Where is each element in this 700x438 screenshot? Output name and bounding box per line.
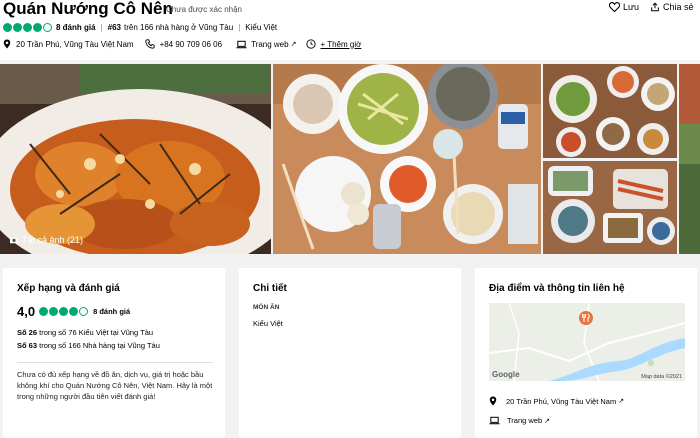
photo-5[interactable]: [679, 64, 700, 254]
rating-summary: 4,0 8 đánh giá: [17, 304, 130, 319]
website-link[interactable]: Trang web: [251, 40, 289, 49]
map-data-credit[interactable]: Map data ©2021: [641, 374, 682, 380]
shared-dishes-image: [543, 64, 677, 158]
cuisine-value: Kiểu Việt: [253, 319, 283, 328]
map-pin-icon: [489, 396, 497, 406]
unclaimed-badge[interactable]: Chưa được xác nhận: [166, 5, 242, 14]
rating-bubble: [59, 307, 69, 316]
photo-gallery: Tất cả ảnh (21): [0, 64, 700, 254]
rating-bubble: [33, 23, 42, 32]
laptop-icon: [236, 40, 247, 48]
details-card: Chi tiết MÓN ĂN Kiểu Việt: [239, 268, 461, 438]
share-button[interactable]: Chia sẻ: [650, 2, 694, 12]
location-address-row: 20 Trần Phú, Vũng Tàu Việt Nam ↗: [489, 396, 624, 406]
rating-bubble: [3, 23, 12, 32]
review-count[interactable]: 8 đánh giá: [93, 307, 130, 316]
rating-bubble: [79, 307, 89, 316]
rating-score: 4,0: [17, 304, 36, 319]
clock-icon: [306, 39, 317, 49]
map-logo: Google: [492, 370, 520, 379]
location-website[interactable]: Trang web: [507, 416, 542, 425]
map[interactable]: Google Map data ©2021: [489, 303, 685, 381]
location-website-row: Trang web ↗: [489, 416, 550, 425]
phone-link[interactable]: +84 90 709 06 06: [160, 40, 223, 49]
edge-photo-image: [679, 64, 700, 254]
rating-note: Chưa có đủ xếp hạng về đồ ăn, dịch vụ, g…: [17, 370, 213, 401]
details-heading: Chi tiết: [253, 283, 287, 294]
rank-1-text[interactable]: trong số 76 Kiểu Việt tại Vũng Tàu: [39, 328, 153, 337]
external-link-icon: ↗: [290, 41, 297, 48]
page-title: Quán Nướng Cô Nên: [3, 0, 173, 18]
summary-row: 8 đánh giá | #63 trên 166 nhà hàng ở Vũn…: [3, 23, 277, 32]
location-address[interactable]: 20 Trần Phú, Vũng Tàu Việt Nam: [506, 397, 616, 406]
all-photos-button[interactable]: Tất cả ảnh (21): [9, 235, 83, 245]
save-label: Lưu: [623, 2, 640, 12]
table-spread-image: [273, 64, 541, 254]
add-hours-link[interactable]: + Thêm giờ: [320, 40, 361, 49]
save-button[interactable]: Lưu: [609, 2, 639, 12]
all-photos-label: Tất cả ảnh (21): [22, 235, 84, 245]
cuisine-label: MÓN ĂN: [253, 304, 280, 311]
camera-icon: [10, 236, 18, 244]
laptop-icon: [489, 416, 500, 425]
photo-2[interactable]: [273, 64, 541, 254]
rank-line-2: Số 63 trong số 166 Nhà hàng tại Vũng Tàu: [17, 341, 160, 350]
photo-4[interactable]: [543, 161, 677, 254]
rank-line-1: Số 26 trong số 76 Kiểu Việt tại Vũng Tàu: [17, 328, 153, 337]
ratings-heading: Xếp hạng và đánh giá: [17, 283, 120, 294]
rating-bubble: [43, 23, 52, 32]
location-heading: Địa điểm và thông tin liên hệ: [489, 283, 625, 294]
rank-number: #63: [107, 23, 121, 32]
main-photo[interactable]: Tất cả ảnh (21): [0, 64, 271, 254]
location-card: Địa điểm và thông tin liên hệ Google Map…: [475, 268, 697, 438]
divider: [17, 362, 213, 363]
external-link-icon: ↗: [618, 398, 625, 405]
rank-1-number: Số 26: [17, 328, 38, 337]
rank-2-number: Số 63: [17, 341, 38, 350]
map-pin-icon: [3, 39, 11, 49]
cuisine-link[interactable]: Kiểu Việt: [245, 23, 277, 32]
rating-bubble: [39, 307, 49, 316]
photo-3[interactable]: [543, 64, 677, 158]
address-link[interactable]: 20 Trần Phú, Vũng Tàu Việt Nam: [16, 40, 134, 49]
rating-bubble: [69, 307, 79, 316]
ratings-card: Xếp hạng và đánh giá 4,0 8 đánh giá Số 2…: [3, 268, 225, 438]
fork-knife-icon: [582, 313, 590, 322]
rating-bubbles: [39, 307, 89, 316]
map-pin-icon[interactable]: [579, 311, 593, 325]
contact-row: 20 Trần Phú, Vũng Tàu Việt Nam +84 90 70…: [3, 39, 361, 49]
rating-bubble: [49, 307, 59, 316]
crab-dish-image: [0, 64, 271, 254]
review-count-link[interactable]: 8 đánh giá: [56, 23, 96, 32]
seafood-platters-image: [543, 161, 677, 254]
rating-bubble: [13, 23, 22, 32]
heart-icon: [609, 2, 620, 12]
phone-icon: [144, 39, 155, 49]
rating-bubbles[interactable]: [3, 23, 52, 32]
rank-2-text[interactable]: trong số 166 Nhà hàng tại Vũng Tàu: [39, 341, 160, 350]
share-label: Chia sẻ: [663, 2, 694, 12]
rank-text[interactable]: trên 166 nhà hàng ở Vũng Tàu: [124, 23, 233, 32]
share-icon: [651, 2, 659, 12]
restaurant-header: Quán Nướng Cô Nên Chưa được xác nhận Lưu…: [0, 0, 700, 60]
rating-bubble: [23, 23, 32, 32]
external-link-icon: ↗: [544, 417, 551, 425]
